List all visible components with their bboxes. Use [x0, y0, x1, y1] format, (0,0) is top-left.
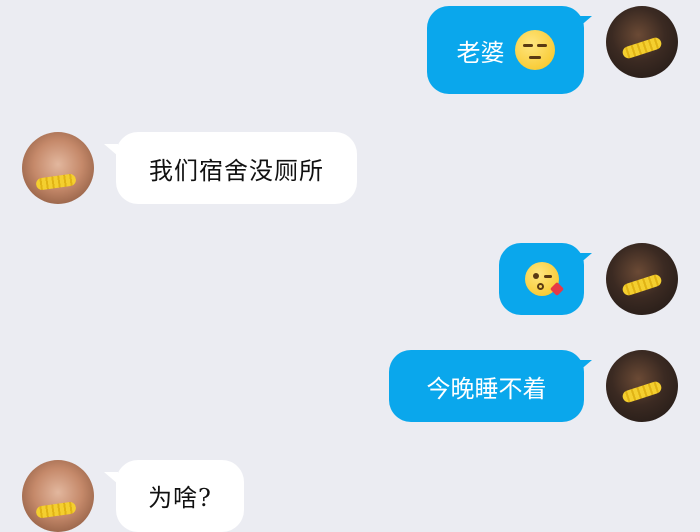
message-row: 老婆: [0, 0, 700, 110]
my-avatar[interactable]: [606, 6, 678, 78]
received-message-bubble[interactable]: 我们宿舍没厕所: [116, 132, 357, 204]
my-avatar[interactable]: [606, 350, 678, 422]
received-message-bubble[interactable]: 为啥?: [116, 460, 244, 532]
unamused-face-icon: [514, 30, 555, 70]
message-row: 我们宿舍没厕所: [0, 120, 700, 220]
my-avatar[interactable]: [606, 243, 678, 315]
message-text: 为啥?: [148, 484, 212, 512]
message-text: 我们宿舍没厕所: [149, 156, 324, 185]
bubble-tail: [578, 253, 592, 265]
message-row: 为啥?: [0, 448, 700, 532]
face-blowing-kiss-icon: [524, 262, 564, 297]
bubble-tail: [578, 16, 592, 28]
message-text: 老婆: [456, 38, 505, 67]
contact-avatar[interactable]: [22, 460, 94, 532]
contact-avatar[interactable]: [22, 132, 94, 204]
bubble-tail: [578, 360, 592, 372]
message-row: [0, 236, 700, 326]
sent-message-bubble[interactable]: [499, 243, 584, 315]
message-text: 今晚睡不着: [426, 374, 547, 403]
message-row: 今晚睡不着: [0, 342, 700, 432]
sent-message-bubble[interactable]: 老婆: [427, 6, 584, 94]
sent-message-bubble[interactable]: 今晚睡不着: [389, 350, 584, 422]
